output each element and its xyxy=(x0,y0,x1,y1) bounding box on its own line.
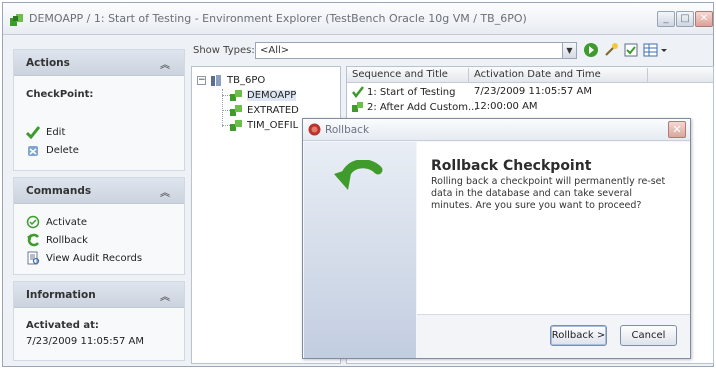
actions-panel-header[interactable]: Actions ︽ xyxy=(14,50,184,76)
tree-node-demoapp[interactable]: DEMOAPP xyxy=(230,88,297,102)
row-title-cell: 2: After Add Custom... xyxy=(352,101,478,113)
show-types-value: <All> xyxy=(260,45,290,56)
app-icon xyxy=(230,89,242,101)
collapse-chevron-icon[interactable]: ︽ xyxy=(160,184,170,199)
rollback-app-icon xyxy=(308,123,321,136)
rollback-link-label: Rollback xyxy=(46,234,88,246)
information-panel-title: Information xyxy=(26,289,96,301)
window-title: DEMOAPP / 1: Start of Testing - Environm… xyxy=(29,12,527,25)
tree-node-extrated[interactable]: EXTRATED xyxy=(230,103,299,117)
minimize-button[interactable]: _ xyxy=(657,11,675,27)
activate-link[interactable]: Activate xyxy=(26,214,87,230)
dialog-side-banner xyxy=(304,142,416,358)
title-bar[interactable]: DEMOAPP / 1: Start of Testing - Environm… xyxy=(3,3,713,35)
actions-panel-title: Actions xyxy=(26,57,70,69)
app-icon xyxy=(230,104,242,116)
column-header-sequence[interactable]: Sequence and Title xyxy=(352,69,448,80)
commands-panel: Commands ︽ Activate Rollback View Audit … xyxy=(13,177,185,275)
row-date: 7/23/2009 11:05:57 AM xyxy=(474,86,593,97)
information-panel: Information ︽ Activated at: 7/23/2009 11… xyxy=(13,281,185,361)
collapse-chevron-icon[interactable]: ︽ xyxy=(160,288,170,303)
edit-link[interactable]: Edit xyxy=(26,124,65,140)
wizard-icon[interactable] xyxy=(603,42,619,58)
audit-records-icon xyxy=(27,251,40,265)
activated-at-value: 7/23/2009 11:05:57 AM xyxy=(26,335,145,347)
grid-view-icon[interactable] xyxy=(643,42,659,58)
column-header-activation[interactable]: Activation Date and Time xyxy=(474,69,601,80)
tree-expander[interactable]: − xyxy=(197,75,206,85)
properties-icon[interactable] xyxy=(623,42,639,58)
grid-header: Sequence and Title Activation Date and T… xyxy=(347,67,713,83)
table-row[interactable]: 2: After Add Custom... 12:00:00 AM xyxy=(347,100,713,115)
rollback-icon xyxy=(27,233,39,247)
actions-panel: Actions ︽ CheckPoint: Edit Delete xyxy=(13,49,185,171)
dialog-body: Rollback Checkpoint Rolling back a check… xyxy=(417,142,690,314)
rollback-confirm-button[interactable]: Rollback > xyxy=(550,325,607,346)
show-types-select[interactable]: <All> ▼ xyxy=(255,42,577,59)
app-icon xyxy=(230,119,242,131)
view-audit-records-link[interactable]: View Audit Records xyxy=(26,250,142,266)
task-pane: Actions ︽ CheckPoint: Edit Delete Comman… xyxy=(13,43,185,363)
collapse-chevron-icon[interactable]: ︽ xyxy=(160,56,170,71)
checkpoint-icon xyxy=(352,102,363,112)
tree-node-label: EXTRATED xyxy=(247,104,299,116)
dialog-title: Rollback xyxy=(325,124,370,136)
delete-icon xyxy=(28,146,38,156)
close-button[interactable]: ✕ xyxy=(695,11,713,27)
environment-explorer-window: DEMOAPP / 1: Start of Testing - Environm… xyxy=(2,2,714,367)
tree-node-label: TB_6PO xyxy=(227,74,266,86)
rollback-dialog: Rollback ✕ Rollback Checkpoint Rolling b… xyxy=(302,118,691,359)
go-icon[interactable] xyxy=(583,42,599,58)
view-audit-records-label: View Audit Records xyxy=(46,252,143,264)
show-types-label: Show Types: xyxy=(193,45,255,56)
toolbar: Show Types: <All> ▼ xyxy=(191,41,711,61)
edit-link-label: Edit xyxy=(46,126,66,138)
tree-node-label: DEMOAPP xyxy=(247,89,297,101)
dropdown-arrow-icon[interactable]: ▼ xyxy=(562,43,576,58)
dialog-title-bar[interactable]: Rollback ✕ xyxy=(303,119,690,141)
checkpoint-check-icon xyxy=(352,86,364,98)
dialog-footer: Rollback > Cancel xyxy=(417,314,690,358)
row-title-cell: 1: Start of Testing xyxy=(352,86,456,98)
maximize-button[interactable]: □ xyxy=(676,11,694,27)
app-icon xyxy=(10,14,23,26)
tree-node-root[interactable]: − TB_6PO xyxy=(197,73,265,87)
view-dropdown-icon[interactable] xyxy=(660,42,668,58)
table-row[interactable]: 1: Start of Testing 7/23/2009 11:05:57 A… xyxy=(347,85,713,100)
commands-panel-header[interactable]: Commands ︽ xyxy=(14,178,184,204)
tree-node-tim-oefil[interactable]: TIM_OEFIL xyxy=(230,118,298,132)
dialog-close-button[interactable]: ✕ xyxy=(668,121,686,138)
delete-link[interactable]: Delete xyxy=(26,142,79,158)
tree-node-label: TIM_OEFIL xyxy=(247,119,299,131)
rollback-arrow-icon xyxy=(334,160,383,190)
edit-check-icon xyxy=(26,126,40,139)
row-date: 12:00:00 AM xyxy=(474,101,538,112)
activated-at-label: Activated at: xyxy=(26,319,99,331)
cancel-button[interactable]: Cancel xyxy=(620,325,677,346)
dialog-heading: Rollback Checkpoint xyxy=(431,158,592,174)
activate-icon xyxy=(26,215,40,229)
row-title: 2: After Add Custom... xyxy=(367,101,478,113)
delete-link-label: Delete xyxy=(46,144,79,156)
activate-link-label: Activate xyxy=(46,216,87,228)
information-panel-header[interactable]: Information ︽ xyxy=(14,282,184,308)
database-icon xyxy=(211,74,221,86)
row-title: 1: Start of Testing xyxy=(367,86,456,98)
commands-panel-title: Commands xyxy=(26,185,92,197)
checkpoint-label: CheckPoint: xyxy=(26,88,94,100)
rollback-link[interactable]: Rollback xyxy=(26,232,88,248)
dialog-message: Rolling back a checkpoint will permanent… xyxy=(431,176,666,211)
